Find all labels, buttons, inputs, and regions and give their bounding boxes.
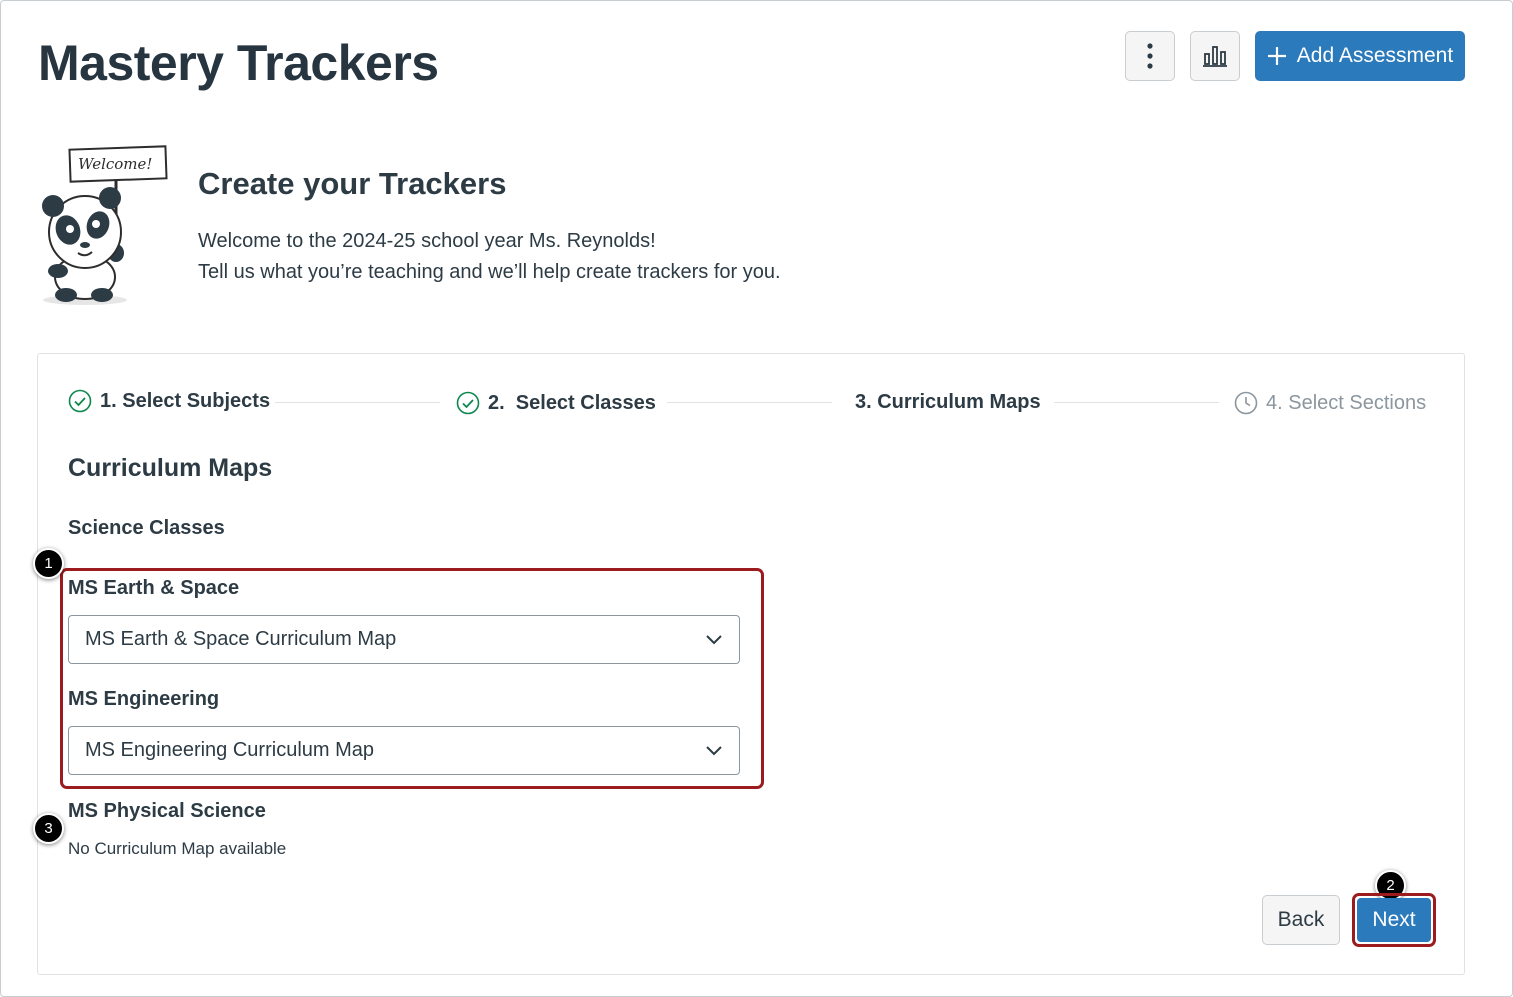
step-label: 1. Select Subjects: [100, 389, 271, 412]
add-assessment-button[interactable]: Add Assessment: [1255, 31, 1465, 81]
reports-button[interactable]: [1190, 31, 1240, 81]
step-connector: [1054, 402, 1219, 403]
section-title: Curriculum Maps: [68, 454, 273, 482]
step-select-sections: 4. Select Sections: [1234, 391, 1426, 415]
step-connector: [667, 402, 832, 403]
welcome-sign-text: Welcome!: [78, 155, 152, 173]
instructions-text: Tell us what you’re teaching and we’ll h…: [198, 261, 781, 283]
create-trackers-title: Create your Trackers: [198, 166, 507, 201]
step-label: 4. Select Sections: [1266, 391, 1427, 414]
step-label: 2. Select Classes: [488, 391, 656, 414]
clock-icon: [1234, 391, 1258, 415]
more-options-button[interactable]: [1125, 31, 1175, 81]
panda-mascot-illustration: Welcome!: [42, 145, 168, 305]
callout-3: 3: [33, 813, 64, 844]
check-circle-icon: [456, 391, 480, 415]
check-circle-icon: [68, 389, 92, 413]
page-title: Mastery Trackers: [38, 35, 439, 91]
welcome-message: Welcome to the 2024-25 school year Ms. R…: [198, 230, 656, 252]
step-label: 3. Curriculum Maps: [855, 391, 1041, 413]
step-curriculum-maps: 3. Curriculum Maps: [855, 391, 1041, 414]
step-connector: [275, 402, 440, 403]
plus-icon: [1267, 47, 1286, 65]
class-label-physical-science: MS Physical Science: [68, 800, 266, 822]
highlight-box: [60, 568, 764, 789]
step-select-subjects[interactable]: 1. Select Subjects: [68, 389, 270, 413]
vertical-dots-icon: [1147, 43, 1153, 69]
bar-chart-icon: [1203, 46, 1227, 67]
back-button[interactable]: Back: [1262, 895, 1340, 945]
next-button[interactable]: Next: [1357, 898, 1431, 942]
step-select-classes[interactable]: 2. Select Classes: [456, 391, 656, 415]
no-curriculum-map-text: No Curriculum Map available: [68, 839, 287, 858]
science-classes-heading: Science Classes: [68, 517, 225, 539]
callout-1: 1: [33, 548, 64, 579]
next-button-highlight: Next: [1352, 893, 1436, 947]
add-assessment-label: Add Assessment: [1296, 44, 1454, 67]
